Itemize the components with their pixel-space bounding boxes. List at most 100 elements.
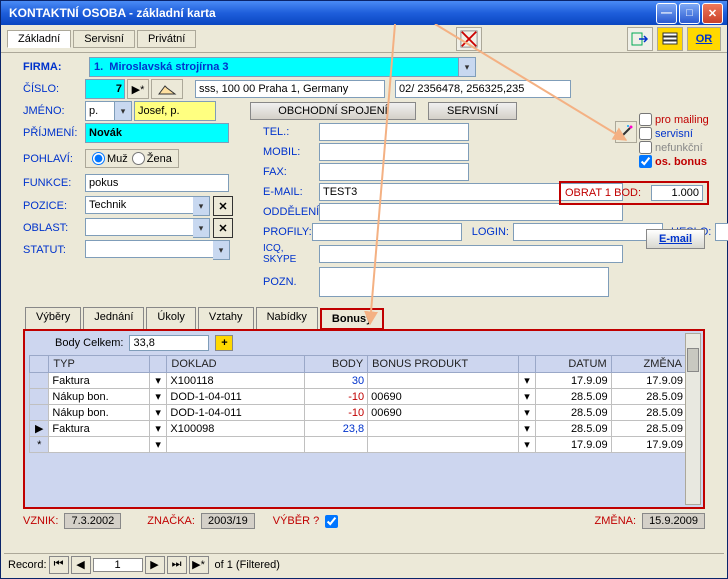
title-prefix-input[interactable] <box>85 101 115 121</box>
oblast-clear[interactable]: ✕ <box>213 218 233 238</box>
tab-servisni[interactable]: Servisní <box>73 30 135 48</box>
rec-value[interactable] <box>93 558 143 572</box>
obrat-label: OBRAT 1 BOD: <box>565 187 651 199</box>
tab-zakladni[interactable]: Základní <box>7 30 71 48</box>
flag-osbonus[interactable]: os. bonus <box>639 155 709 168</box>
radio-zena[interactable]: Žena <box>132 152 172 165</box>
pozice-dd[interactable] <box>193 196 210 216</box>
add-row-button[interactable]: + <box>215 335 233 351</box>
label-oddeleni: ODDĚLENÍ: <box>263 206 319 218</box>
rec-first[interactable]: ⏮ <box>49 556 69 574</box>
profily-input[interactable] <box>312 223 462 241</box>
or-button[interactable]: OR <box>687 27 721 51</box>
label-funkce: FUNKCE: <box>23 177 85 189</box>
table-row[interactable]: Nákup bon.▾DOD-1-04-011-1000690▾28.5.092… <box>30 389 687 405</box>
jmeno-input[interactable] <box>134 101 216 121</box>
obrat-input[interactable] <box>651 185 703 201</box>
servisni-button[interactable]: SERVISNÍ <box>428 102 517 120</box>
tab-nabidky[interactable]: Nabídky <box>256 307 318 329</box>
rec-last[interactable]: ⏭ <box>167 556 187 574</box>
funkce-input[interactable] <box>85 174 229 192</box>
pozice-input[interactable] <box>85 196 193 214</box>
table-row[interactable]: ▶Faktura▾X10009823,8▾28.5.0928.5.09 <box>30 421 687 437</box>
flags-panel: pro mailing servisní nefunkční os. bonus <box>639 113 709 169</box>
flag-mailing[interactable]: pro mailing <box>639 113 709 126</box>
label-cislo: ČÍSLO: <box>23 83 85 95</box>
bonus-grid[interactable]: TYP DOKLAD BODY BONUS PRODUKT DATUM ZMĚN… <box>29 355 687 453</box>
goto-button[interactable]: ▶* <box>127 79 149 99</box>
tab-privatni[interactable]: Privátní <box>137 30 196 48</box>
tab-jednani[interactable]: Jednání <box>83 307 144 329</box>
wand-icon[interactable] <box>615 121 637 143</box>
close-button[interactable]: ✕ <box>702 3 723 24</box>
vyber-checkbox[interactable] <box>325 515 338 528</box>
firma-input[interactable] <box>89 57 459 77</box>
tab-bonusy[interactable]: Bonusy <box>320 308 384 330</box>
oblast-input[interactable] <box>85 218 193 236</box>
label-email: E-MAIL: <box>263 186 319 198</box>
vyber-label: VÝBĚR ? <box>273 515 319 527</box>
label-prijmeni: PŘÍJMENÍ: <box>23 127 85 139</box>
hdr-zmena[interactable]: ZMĚNA <box>611 356 686 373</box>
tab-vybery[interactable]: Výběry <box>25 307 81 329</box>
pozn-textarea[interactable] <box>319 267 609 297</box>
title-bar: KONTAKTNÍ OSOBA - základní karta — □ ✕ <box>1 1 727 25</box>
form-icon[interactable] <box>657 27 683 51</box>
title-prefix-dd[interactable] <box>115 101 132 121</box>
hdr-body[interactable]: BODY <box>305 356 368 373</box>
firma-dropdown[interactable] <box>459 57 476 77</box>
label-oblast: OBLAST: <box>23 222 85 234</box>
no-image-icon[interactable] <box>456 27 482 51</box>
table-row[interactable]: Nákup bon.▾DOD-1-04-011-1000690▾28.5.092… <box>30 405 687 421</box>
window-title: KONTAKTNÍ OSOBA - základní karta <box>5 6 656 20</box>
maximize-button[interactable]: □ <box>679 3 700 24</box>
obchodni-spojeni-button[interactable]: OBCHODNÍ SPOJENÍ <box>250 102 416 120</box>
address-input[interactable] <box>195 80 385 98</box>
label-tel: TEL.: <box>263 126 319 138</box>
tab-vztahy[interactable]: Vztahy <box>198 307 254 329</box>
hdr-doklad[interactable]: DOKLAD <box>167 356 305 373</box>
body-celkem-value[interactable] <box>129 335 209 351</box>
record-label: Record: <box>8 559 47 571</box>
label-firma: FIRMA: <box>23 61 85 73</box>
rec-next[interactable]: ▶ <box>145 556 165 574</box>
rec-prev[interactable]: ◀ <box>71 556 91 574</box>
radio-muz[interactable]: Muž <box>92 152 128 165</box>
hdr-produkt[interactable]: BONUS PRODUKT <box>368 356 519 373</box>
point-icon[interactable] <box>151 79 183 99</box>
label-login: LOGIN: <box>472 226 513 238</box>
heslo-input[interactable] <box>715 223 728 241</box>
email-button[interactable]: E-mail <box>646 229 705 249</box>
fax-input[interactable] <box>319 163 469 181</box>
gender-group: Muž Žena <box>85 149 179 168</box>
oblast-dd[interactable] <box>193 218 210 238</box>
zmena-label: ZMĚNA: <box>595 515 637 527</box>
table-row[interactable]: *▾▾17.9.0917.9.09 <box>30 437 687 453</box>
bonus-grid-panel: Body Celkem: + TYP DOKLAD BODY BONUS PRO… <box>23 329 705 509</box>
exit-icon[interactable] <box>627 27 653 51</box>
phone-input[interactable] <box>395 80 571 98</box>
login-input[interactable] <box>513 223 663 241</box>
minimize-button[interactable]: — <box>656 3 677 24</box>
table-row[interactable]: Faktura▾X10011830▾17.9.0917.9.09 <box>30 373 687 389</box>
statut-input[interactable] <box>85 240 213 258</box>
flag-servisni[interactable]: servisní <box>639 127 709 140</box>
vznik-value: 7.3.2002 <box>64 513 121 529</box>
cislo-input[interactable] <box>85 79 125 99</box>
label-pohlavi: POHLAVÍ: <box>23 153 85 165</box>
grid-scrollbar[interactable] <box>685 333 701 505</box>
pozice-clear[interactable]: ✕ <box>213 196 233 216</box>
tel-input[interactable] <box>319 123 469 141</box>
hdr-datum[interactable]: DATUM <box>536 356 611 373</box>
icq-input[interactable] <box>319 245 623 263</box>
oddeleni-input[interactable] <box>319 203 623 221</box>
statut-dd[interactable] <box>213 240 230 260</box>
tab-ukoly[interactable]: Úkoly <box>146 307 196 329</box>
mobil-input[interactable] <box>319 143 469 161</box>
flag-nefunkcni[interactable]: nefunkční <box>639 141 709 154</box>
rec-new[interactable]: ▶* <box>189 556 209 574</box>
prijmeni-input[interactable] <box>85 123 229 143</box>
rec-of: of 1 (Filtered) <box>215 559 280 571</box>
label-mobil: MOBIL: <box>263 146 319 158</box>
hdr-typ[interactable]: TYP <box>49 356 149 373</box>
